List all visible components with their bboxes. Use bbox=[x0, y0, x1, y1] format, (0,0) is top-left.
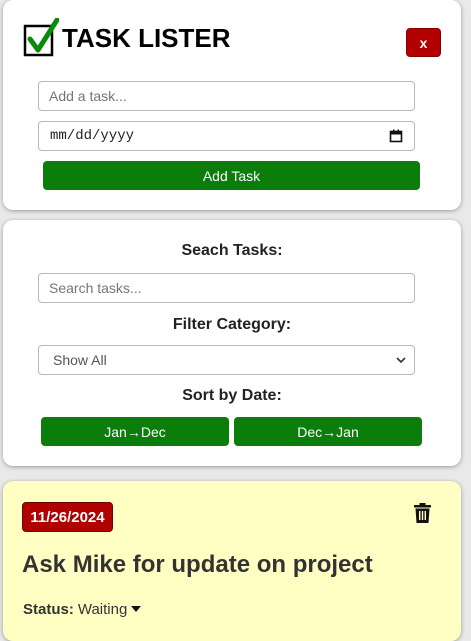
chevron-down-icon bbox=[396, 357, 406, 364]
task-title: Ask Mike for update on project bbox=[22, 551, 373, 578]
date-placeholder: mm/dd/yyyy bbox=[50, 128, 135, 144]
category-select[interactable]: Show All bbox=[38, 345, 415, 375]
status-value: Waiting bbox=[77, 601, 128, 618]
sort-desc-button[interactable]: Dec→Jan bbox=[234, 417, 422, 446]
app-title: TASK LISTER bbox=[62, 23, 231, 53]
close-button[interactable]: x bbox=[406, 28, 441, 57]
sort-asc-button[interactable]: Jan→Dec bbox=[41, 417, 229, 446]
due-date-input[interactable]: mm/dd/yyyy bbox=[38, 121, 415, 151]
sort-label: Sort by Date: bbox=[182, 387, 282, 404]
category-label: Filter Category: bbox=[172, 316, 292, 333]
status-label: Status: bbox=[23, 601, 74, 618]
checkmark-box-icon bbox=[23, 18, 59, 57]
caret-down-icon bbox=[131, 606, 142, 612]
task-input[interactable]: Add a task... bbox=[38, 81, 415, 111]
search-label: Seach Tasks: bbox=[181, 242, 283, 259]
calendar-icon[interactable] bbox=[389, 129, 403, 143]
search-input[interactable]: Search tasks... bbox=[38, 273, 415, 303]
app-brand: TASK LISTER bbox=[23, 18, 231, 58]
task-card: 11/26/2024 Ask Mike for update on projec… bbox=[3, 481, 461, 641]
task-date-badge: 11/26/2024 bbox=[22, 502, 113, 532]
trash-icon[interactable] bbox=[414, 503, 431, 523]
add-task-card: TASK LISTER x Add a task... mm/dd/yyyy A… bbox=[3, 0, 461, 210]
add-task-button[interactable]: Add Task bbox=[43, 161, 420, 190]
filter-card: Seach Tasks: Search tasks... Filter Cate… bbox=[3, 220, 461, 466]
category-selected-value: Show All bbox=[53, 352, 107, 368]
task-status[interactable]: Status: Waiting bbox=[23, 601, 142, 618]
